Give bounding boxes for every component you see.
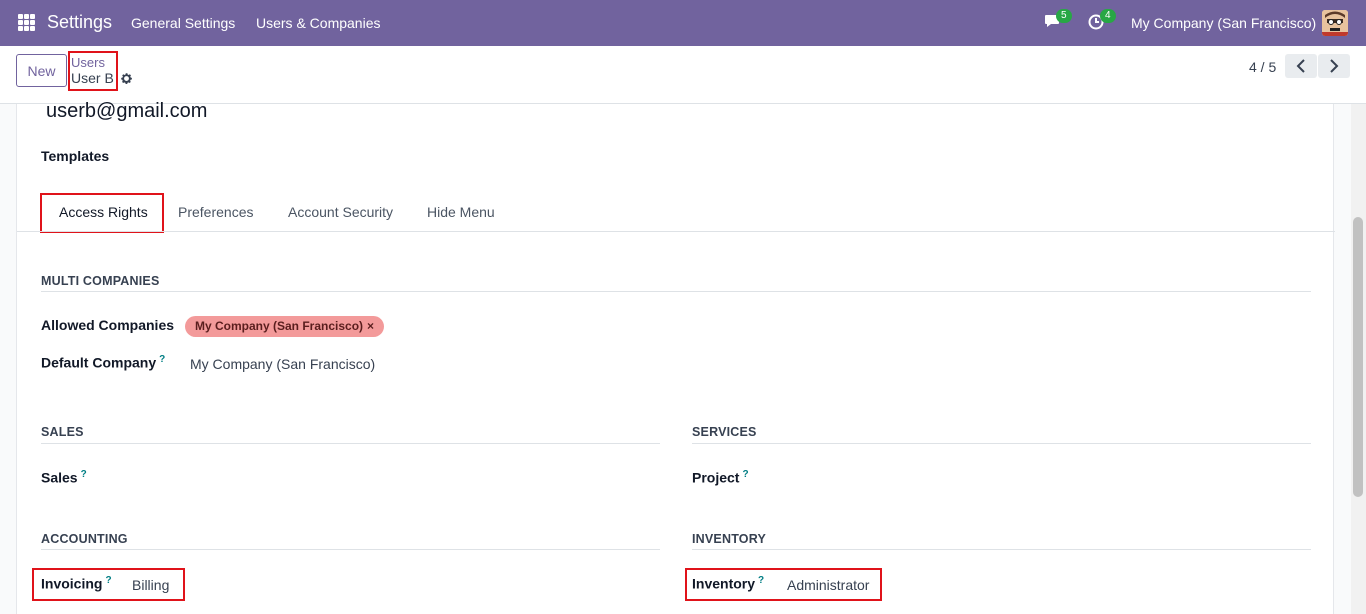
messages-badge: 5	[1056, 9, 1072, 23]
app-title[interactable]: Settings	[47, 12, 112, 33]
control-panel: New Users User B 4 / 5	[0, 46, 1366, 104]
help-icon[interactable]: ?	[105, 575, 111, 586]
multi-companies-divider	[41, 291, 1311, 292]
messages-icon[interactable]: 5	[1044, 9, 1072, 33]
breadcrumb-current: User B	[71, 70, 114, 86]
user-avatar[interactable]	[1322, 10, 1348, 36]
menu-users-companies[interactable]: Users & Companies	[256, 15, 381, 31]
default-company-field[interactable]: My Company (San Francisco)	[190, 356, 375, 372]
tabs-divider	[17, 231, 1335, 232]
user-email[interactable]: userb@gmail.com	[46, 100, 207, 123]
apps-menu-icon[interactable]	[18, 14, 35, 31]
inventory-title: INVENTORY	[692, 532, 767, 546]
breadcrumb-users-link[interactable]: Users	[71, 55, 105, 70]
pager-value[interactable]: 4 / 5	[1249, 59, 1276, 75]
accounting-divider	[41, 549, 660, 550]
accounting-title: ACCOUNTING	[41, 532, 128, 546]
inventory-field[interactable]: Administrator	[787, 577, 869, 593]
allowed-company-tag[interactable]: My Company (San Francisco) ×	[185, 316, 385, 337]
default-company-label: Default Company?	[41, 354, 166, 371]
templates-label: Templates	[41, 148, 110, 164]
help-icon[interactable]: ?	[81, 469, 87, 480]
tag-close-icon[interactable]: ×	[367, 319, 374, 333]
tab-preferences[interactable]: Preferences	[178, 204, 253, 220]
help-icon[interactable]: ?	[758, 575, 764, 586]
multi-companies-title: MULTI COMPANIES	[41, 274, 160, 288]
tab-hide-menu[interactable]: Hide Menu	[427, 204, 495, 220]
menu-general-settings[interactable]: General Settings	[131, 15, 235, 31]
pager-previous-button[interactable]	[1285, 54, 1317, 78]
top-navbar: Settings General Settings Users & Compan…	[0, 0, 1366, 46]
new-button[interactable]: New	[16, 54, 67, 87]
page-scrollbar[interactable]	[1351, 104, 1366, 614]
activities-icon[interactable]: 4	[1088, 9, 1116, 33]
invoicing-label: Invoicing?	[41, 575, 112, 592]
tab-account-security[interactable]: Account Security	[288, 204, 393, 220]
gear-icon[interactable]	[120, 72, 133, 85]
scrollbar-thumb[interactable]	[1353, 217, 1363, 497]
inventory-label: Inventory?	[692, 575, 765, 592]
sales-title: SALES	[41, 425, 84, 439]
project-label: Project?	[692, 469, 749, 486]
chevron-right-icon	[1330, 59, 1339, 73]
tab-access-rights[interactable]: Access Rights	[59, 204, 148, 220]
services-divider	[692, 443, 1311, 444]
pager-next-button[interactable]	[1318, 54, 1350, 78]
form-sheet: userb@gmail.com Templates Access Rights …	[16, 100, 1335, 614]
company-switcher[interactable]: My Company (San Francisco)	[1131, 15, 1316, 31]
invoicing-field[interactable]: Billing	[132, 577, 169, 593]
sales-divider	[41, 443, 660, 444]
allowed-company-tag-label: My Company (San Francisco)	[195, 319, 364, 333]
allowed-companies-label: Allowed Companies	[41, 317, 175, 333]
help-icon[interactable]: ?	[159, 354, 165, 365]
inventory-divider	[692, 549, 1311, 550]
activities-badge: 4	[1100, 9, 1116, 23]
services-title: SERVICES	[692, 425, 757, 439]
chevron-left-icon	[1296, 59, 1305, 73]
help-icon[interactable]: ?	[742, 469, 748, 480]
sales-label: Sales?	[41, 469, 87, 486]
